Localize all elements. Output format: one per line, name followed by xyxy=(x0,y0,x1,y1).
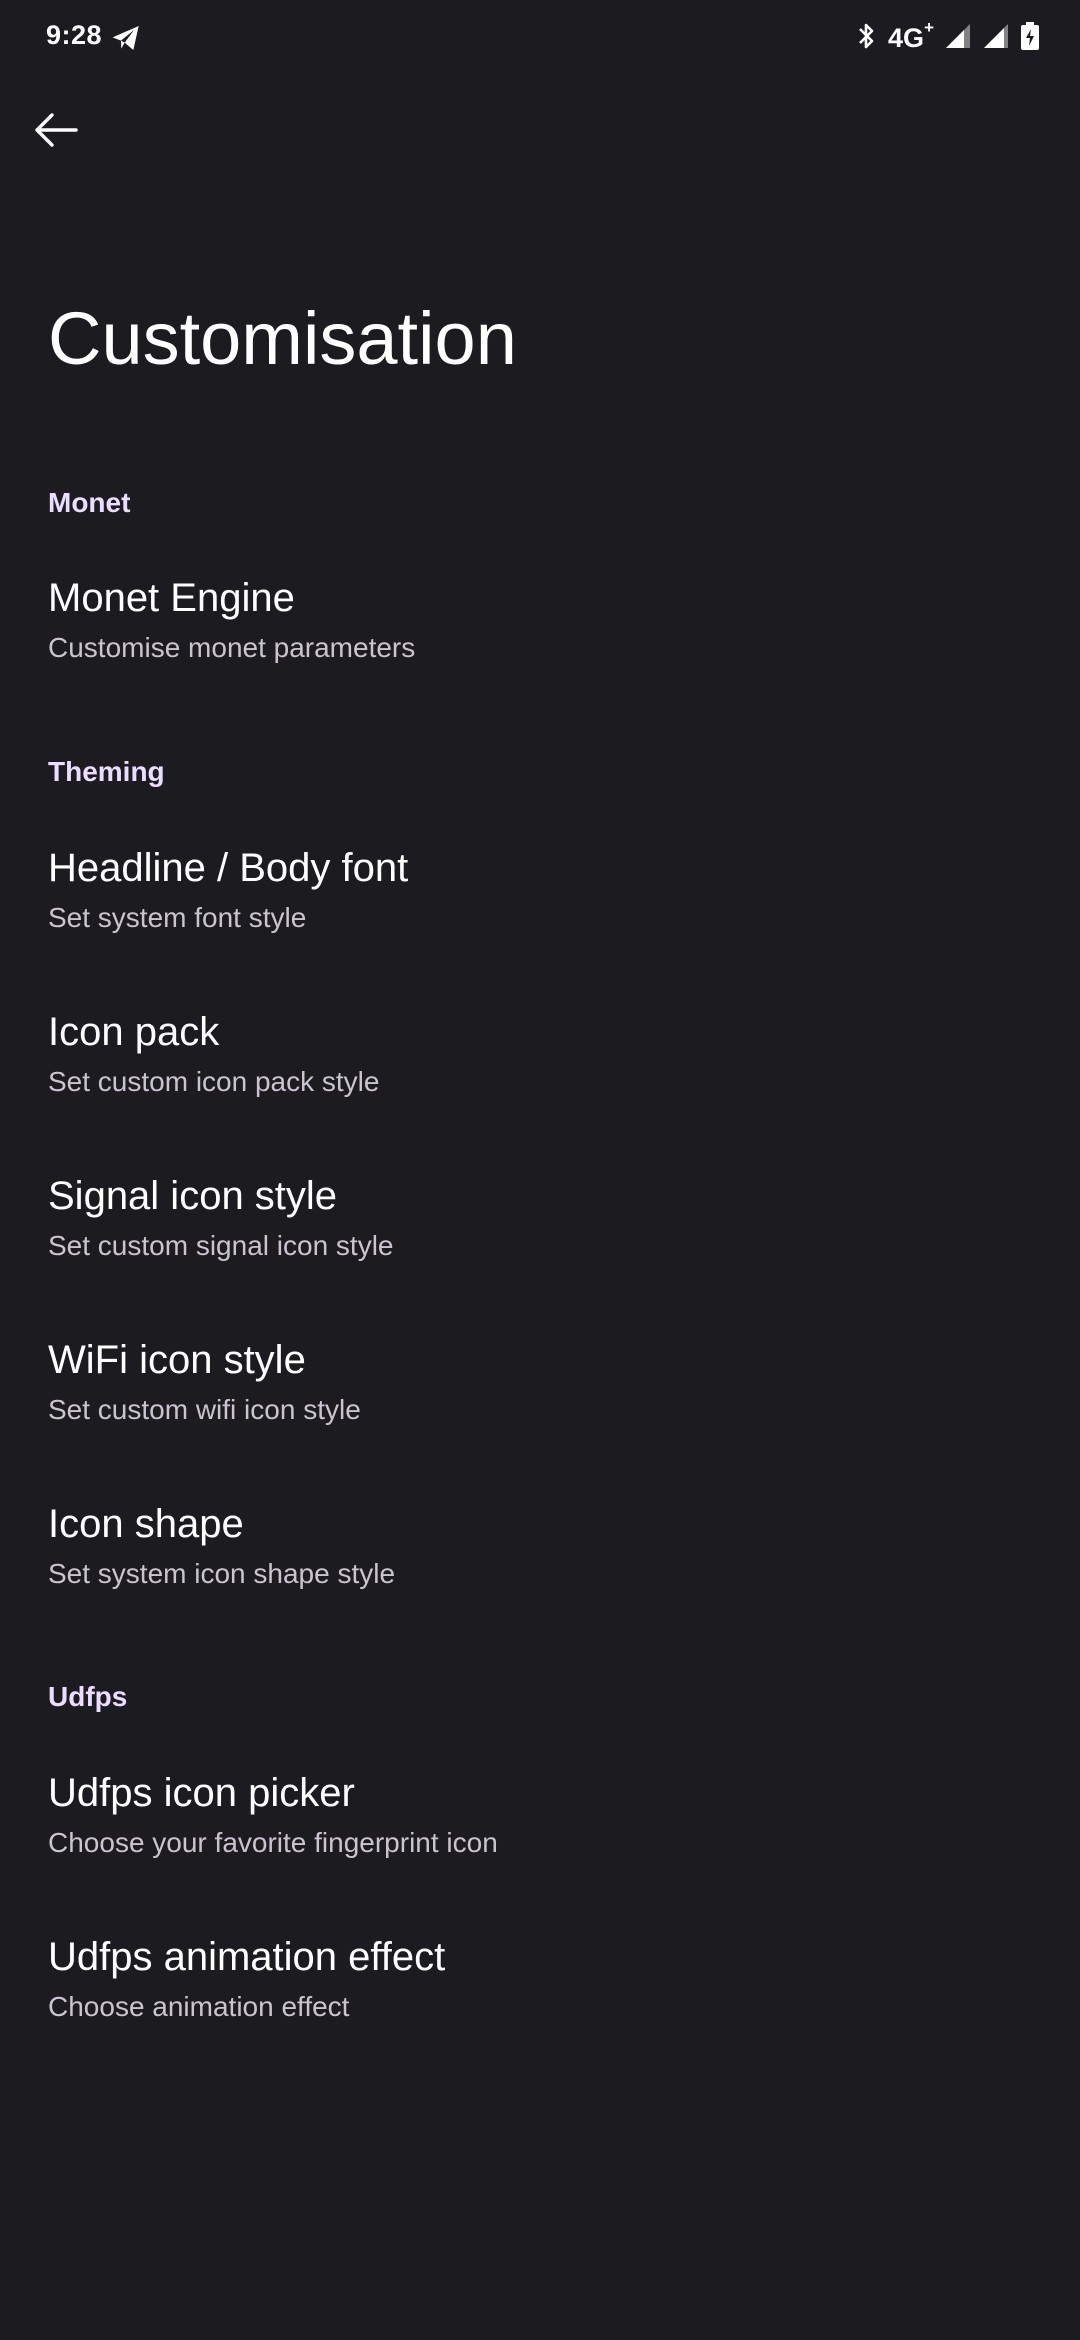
status-icons: 4G+ xyxy=(854,18,1040,56)
pref-title: WiFi icon style xyxy=(48,1338,306,1382)
pref-title: Signal icon style xyxy=(48,1174,338,1218)
telegram-icon xyxy=(110,22,142,54)
network-plus: + xyxy=(924,18,934,37)
customisation-screen: 9:28 4G+ Customisation Monet Monet Engin… xyxy=(0,0,1080,2340)
signal-icon-sim1 xyxy=(944,22,972,55)
pref-summary: Set custom icon pack style xyxy=(48,1066,380,1097)
signal-icon-sim2 xyxy=(982,22,1010,55)
section-header-udfps: Udfps xyxy=(48,1681,128,1712)
section-header-monet: Monet xyxy=(48,487,131,518)
network-type-label: 4G+ xyxy=(888,18,934,54)
network-type: 4G xyxy=(888,23,925,53)
pref-summary: Set custom signal icon style xyxy=(48,1230,394,1261)
pref-icon-shape[interactable]: Icon shape Set system icon shape style xyxy=(0,1502,1080,1652)
pref-title: Icon shape xyxy=(48,1502,244,1546)
pref-udfps-icon-picker[interactable]: Udfps icon picker Choose your favorite f… xyxy=(0,1771,1080,1921)
pref-title: Icon pack xyxy=(48,1010,220,1054)
pref-title: Udfps icon picker xyxy=(48,1771,355,1815)
pref-summary: Set system font style xyxy=(48,902,307,933)
pref-wifi-icon-style[interactable]: WiFi icon style Set custom wifi icon sty… xyxy=(0,1338,1080,1488)
back-button[interactable] xyxy=(22,98,90,166)
pref-title: Headline / Body font xyxy=(48,846,409,890)
pref-summary: Choose animation effect xyxy=(48,1991,350,2022)
bluetooth-icon xyxy=(854,21,878,56)
battery-charging-icon xyxy=(1020,21,1040,56)
status-time: 9:28 xyxy=(46,20,103,50)
status-bar: 9:28 4G+ xyxy=(0,0,1080,80)
arrow-back-icon xyxy=(34,112,78,153)
section-header-theming: Theming xyxy=(48,756,165,787)
pref-signal-icon-style[interactable]: Signal icon style Set custom signal icon… xyxy=(0,1174,1080,1324)
pref-monet-engine[interactable]: Monet Engine Customise monet parameters xyxy=(0,576,1080,726)
pref-icon-pack[interactable]: Icon pack Set custom icon pack style xyxy=(0,1010,1080,1160)
pref-summary: Choose your favorite fingerprint icon xyxy=(48,1827,498,1858)
pref-summary: Set system icon shape style xyxy=(48,1558,396,1589)
pref-udfps-animation-effect[interactable]: Udfps animation effect Choose animation … xyxy=(0,1935,1080,2085)
page-title: Customisation xyxy=(48,297,517,380)
pref-title: Monet Engine xyxy=(48,576,295,620)
pref-title: Udfps animation effect xyxy=(48,1935,446,1979)
pref-headline-body-font[interactable]: Headline / Body font Set system font sty… xyxy=(0,846,1080,996)
pref-summary: Customise monet parameters xyxy=(48,632,416,663)
pref-summary: Set custom wifi icon style xyxy=(48,1394,361,1425)
